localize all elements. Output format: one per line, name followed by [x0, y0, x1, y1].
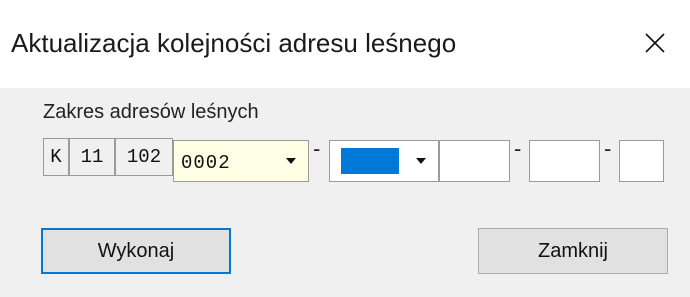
separator-dash: -	[604, 136, 612, 161]
range-end-combobox[interactable]	[329, 140, 439, 182]
selected-highlight	[341, 148, 399, 174]
title-bar: Aktualizacja kolejności adresu leśnego	[0, 0, 690, 88]
range-start-value: 0002	[181, 152, 231, 174]
segment-102-field: 102	[115, 138, 173, 176]
range-start-combobox[interactable]: 0002	[173, 140, 309, 182]
range-group-label: Zakres adresów leśnych	[43, 101, 259, 123]
separator-dash: -	[514, 136, 522, 161]
dialog-client-area: Zakres adresów leśnych K 11 102 0002 - -…	[0, 88, 690, 297]
segment-k-field: K	[43, 138, 69, 176]
dropdown-arrow-icon[interactable]	[274, 141, 308, 181]
close-button[interactable]: Zamknij	[478, 228, 668, 274]
window-title: Aktualizacja kolejności adresu leśnego	[11, 28, 457, 58]
close-icon[interactable]	[640, 28, 670, 58]
dropdown-arrow-icon[interactable]	[404, 141, 438, 181]
separator-dash: -	[313, 136, 321, 161]
range-end-field-1[interactable]	[439, 140, 510, 182]
execute-button[interactable]: Wykonaj	[41, 228, 231, 274]
range-end-field-3[interactable]	[619, 140, 664, 182]
range-end-field-2[interactable]	[529, 140, 600, 182]
segment-11-field: 11	[69, 138, 115, 176]
